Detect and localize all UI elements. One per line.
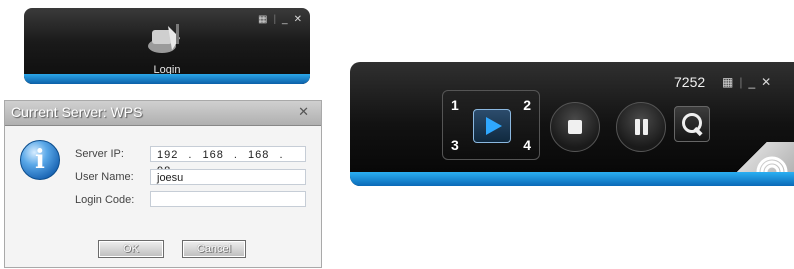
dialog-close-icon[interactable]: ✕: [298, 104, 309, 120]
user-name-label: User Name:: [75, 171, 134, 183]
dialog-title: Current Server: WPS: [11, 104, 143, 120]
login-code-label: Login Code:: [75, 194, 135, 206]
quadrant-3[interactable]: 3: [451, 137, 459, 153]
server-login-icon: [148, 24, 180, 53]
info-icon: i: [20, 140, 60, 180]
quadrant-1[interactable]: 1: [451, 97, 459, 113]
zoom-in-button[interactable]: [674, 106, 710, 142]
player-bar: 7252 ▦ | _ ✕ 1 2 3 4: [350, 62, 794, 186]
close-button[interactable]: ✕: [294, 14, 302, 25]
login-window-controls: ▦ | _ ✕: [257, 14, 302, 25]
close-button[interactable]: ✕: [761, 75, 771, 89]
minimize-button[interactable]: _: [282, 14, 288, 25]
channel-number: 7252: [674, 74, 706, 90]
quadrant-2[interactable]: 2: [523, 97, 531, 113]
server-ip-field[interactable]: 192 . 168 . 168 . 98: [150, 146, 306, 177]
login-code-field[interactable]: [150, 191, 306, 207]
play-button[interactable]: [473, 109, 511, 143]
grid-icon[interactable]: ▦: [258, 14, 267, 25]
cancel-button[interactable]: Cancel: [182, 240, 246, 258]
user-name-field[interactable]: joesu: [150, 169, 306, 185]
blue-bar: [350, 172, 794, 186]
dialog-titlebar: Current Server: WPS ✕: [5, 101, 321, 126]
channel-grid: 1 2 3 4: [442, 90, 540, 160]
stop-button[interactable]: [550, 102, 600, 152]
login-widget[interactable]: ▦ | _ ✕ Login: [24, 8, 310, 84]
ok-button[interactable]: OK: [98, 240, 164, 258]
pause-button[interactable]: [616, 102, 666, 152]
quadrant-4[interactable]: 4: [523, 137, 531, 153]
server-ip-label: Server IP:: [75, 148, 124, 160]
player-window-controls: ▦ | _ ✕: [722, 75, 772, 89]
minimize-button[interactable]: _: [748, 75, 755, 89]
blue-bar: [24, 74, 310, 84]
grid-icon[interactable]: ▦: [722, 75, 733, 89]
